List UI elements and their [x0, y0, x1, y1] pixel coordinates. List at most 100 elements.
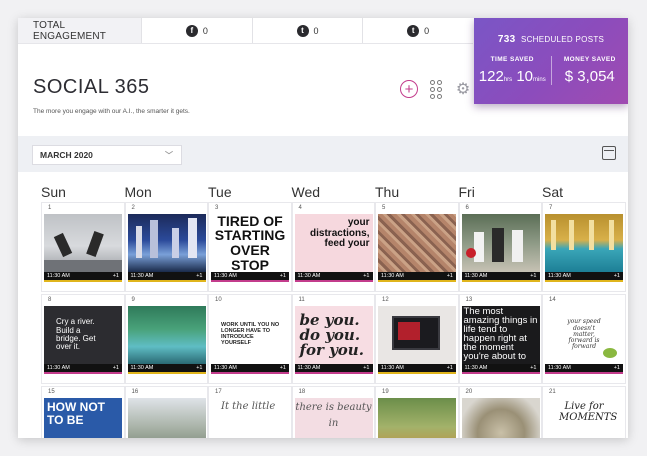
add-post-icon[interactable]: + — [400, 80, 418, 98]
day-cell[interactable]: 19 — [375, 386, 459, 438]
twitter-count: 0 — [313, 25, 319, 36]
day-cell[interactable]: 16 — [124, 386, 208, 438]
post-thumbnail[interactable] — [44, 214, 122, 272]
day-cell[interactable]: 3 TIRED OF STARTING OVER STOP 11:30 AM +1 — [208, 202, 292, 292]
post-plus: +1 — [279, 365, 286, 371]
facebook-icon: f — [185, 24, 198, 37]
post-thumbnail[interactable]: Live for MOMENTS — [545, 398, 623, 438]
post-time: 11:30 AM — [381, 273, 404, 279]
day-cell[interactable]: 7 11:30 AM +1 — [542, 202, 626, 292]
post-thumbnail[interactable] — [545, 214, 623, 272]
day-number: 6 — [465, 205, 469, 211]
day-number: 18 — [298, 389, 306, 395]
tumblr-stat[interactable]: t 0 — [363, 18, 474, 43]
day-cell[interactable]: 4 your distractions, feed your 11:30 AM +… — [291, 202, 375, 292]
weekday-label: Tue — [208, 184, 232, 200]
day-cell[interactable]: 20 — [458, 386, 542, 438]
post-thumbnail[interactable]: HOW NOT TO BE — [44, 398, 122, 438]
grid-view-button[interactable] — [427, 79, 445, 99]
day-cell[interactable]: 1 11:30 AM +1 — [41, 202, 125, 292]
post-thumbnail[interactable] — [378, 398, 456, 438]
day-number: 10 — [215, 297, 222, 303]
post-thumbnail[interactable]: there is beauty in — [294, 398, 373, 438]
calendar-icon[interactable] — [602, 146, 616, 160]
day-cell[interactable]: 17 It the little — [208, 386, 292, 438]
time-saved: TIME SAVED 122hrs 10mins — [474, 56, 551, 85]
post-time: 11:30 AM — [297, 273, 321, 279]
post-thumbnail[interactable]: The most amazing things in life tend to … — [461, 306, 540, 364]
day-number: 20 — [465, 389, 473, 395]
money-saved-label: MONEY SAVED — [563, 56, 616, 63]
calendar-week: 8 Cry a river. Build a bridge. Get over … — [41, 294, 626, 384]
post-quote: your speed doesn't matter, forward is fo… — [567, 318, 601, 351]
day-number: 8 — [48, 297, 52, 303]
post-time: 11:30 AM — [130, 365, 154, 371]
post-time: 11:30 AM — [548, 273, 571, 279]
weekday-label: Sun — [41, 184, 66, 200]
post-thumbnail[interactable]: WORK UNTIL YOU NO LONGER HAVE TO INTRODU… — [211, 306, 289, 364]
weekday-label: Wed — [291, 184, 321, 200]
day-number: 19 — [382, 389, 389, 395]
post-time: 11:30 AM — [130, 273, 154, 279]
facebook-stat[interactable]: f 0 — [142, 18, 253, 43]
post-quote: be you. do you. for you. — [299, 310, 364, 359]
day-cell[interactable]: 15 HOW NOT TO BE — [41, 386, 125, 438]
day-number: 4 — [298, 205, 302, 211]
post-plus: +1 — [112, 365, 119, 371]
day-cell[interactable]: 14 your speed doesn't matter, forward is… — [542, 294, 626, 384]
post-thumbnail[interactable] — [461, 214, 540, 272]
post-plus: +1 — [446, 273, 453, 279]
grid-icon — [430, 79, 442, 99]
twitter-icon: t — [296, 24, 309, 37]
scheduled-panel: 733 SCHEDULED POSTS TIME SAVED 122hrs 10… — [474, 18, 628, 104]
post-thumbnail[interactable]: Cry a river. Build a bridge. Get over it… — [44, 306, 122, 364]
day-cell[interactable]: 18 there is beauty in — [291, 386, 375, 438]
day-number: 21 — [549, 389, 556, 395]
post-thumbnail[interactable]: your speed doesn't matter, forward is fo… — [545, 306, 623, 364]
post-thumbnail[interactable] — [127, 214, 206, 272]
day-cell[interactable]: 11 be you. do you. for you. 11:30 AM +1 — [291, 294, 375, 384]
month-select[interactable]: MARCH 2020 ﹀ — [32, 145, 182, 165]
post-quote: HOW NOT TO BE — [47, 400, 105, 427]
post-quote: WORK UNTIL YOU NO LONGER HAVE TO INTRODU… — [221, 322, 280, 346]
money-value: $ 3,054 — [564, 68, 615, 85]
day-cell[interactable]: 10 WORK UNTIL YOU NO LONGER HAVE TO INTR… — [208, 294, 292, 384]
post-thumbnail[interactable] — [127, 398, 206, 438]
hours-value: 122 — [478, 68, 504, 85]
post-thumbnail[interactable]: your distractions, feed your — [294, 214, 373, 272]
day-cell[interactable]: 5 11:30 AM +1 — [375, 202, 459, 292]
tumblr-icon: t — [407, 24, 420, 37]
calendar-week: 15 HOW NOT TO BE 16 17 It the little 18 … — [41, 386, 626, 438]
post-plus: +1 — [196, 365, 203, 371]
minutes-value: 10 — [516, 68, 534, 85]
post-quote: Cry a river. Build a bridge. Get over it… — [56, 317, 96, 352]
post-thumbnail[interactable] — [378, 214, 456, 272]
post-thumbnail[interactable]: TIRED OF STARTING OVER STOP — [211, 214, 289, 272]
day-cell[interactable]: 8 Cry a river. Build a bridge. Get over … — [41, 294, 125, 384]
money-saved: MONEY SAVED $ 3,054 — [550, 56, 629, 85]
post-thumbnail[interactable] — [461, 398, 540, 438]
twitter-stat[interactable]: t 0 — [252, 18, 364, 43]
day-cell[interactable]: 13 The most amazing things in life tend … — [458, 294, 542, 384]
post-plus: +1 — [613, 273, 620, 279]
post-time: 11:30 AM — [47, 273, 70, 279]
day-cell[interactable]: 6 11:30 AM +1 — [458, 202, 542, 292]
post-thumbnail[interactable] — [378, 306, 456, 364]
post-time: 11:30 AM — [214, 365, 237, 371]
gear-icon[interactable]: ⚙ — [454, 80, 472, 98]
day-cell[interactable]: 2 11:30 AM +1 — [124, 202, 208, 292]
month-bar: MARCH 2020 ﹀ — [18, 136, 628, 172]
day-cell[interactable]: 9 11:30 AM +1 — [124, 294, 208, 384]
post-quote: your distractions, feed your — [310, 217, 370, 249]
day-cell[interactable]: 21 Live for MOMENTS — [542, 386, 626, 438]
tagline: The more you engage with our A.I., the s… — [33, 108, 190, 115]
post-thumbnail[interactable] — [127, 306, 206, 364]
post-plus: +1 — [530, 273, 537, 279]
post-thumbnail[interactable]: It the little — [211, 398, 289, 438]
day-number: 7 — [549, 205, 553, 211]
weekday-label: Thu — [375, 184, 400, 200]
day-number: 5 — [382, 205, 386, 211]
post-time: 11:30 AM — [214, 273, 237, 279]
post-thumbnail[interactable]: be you. do you. for you. — [294, 306, 373, 364]
day-cell[interactable]: 12 11:30 AM +1 — [375, 294, 459, 384]
